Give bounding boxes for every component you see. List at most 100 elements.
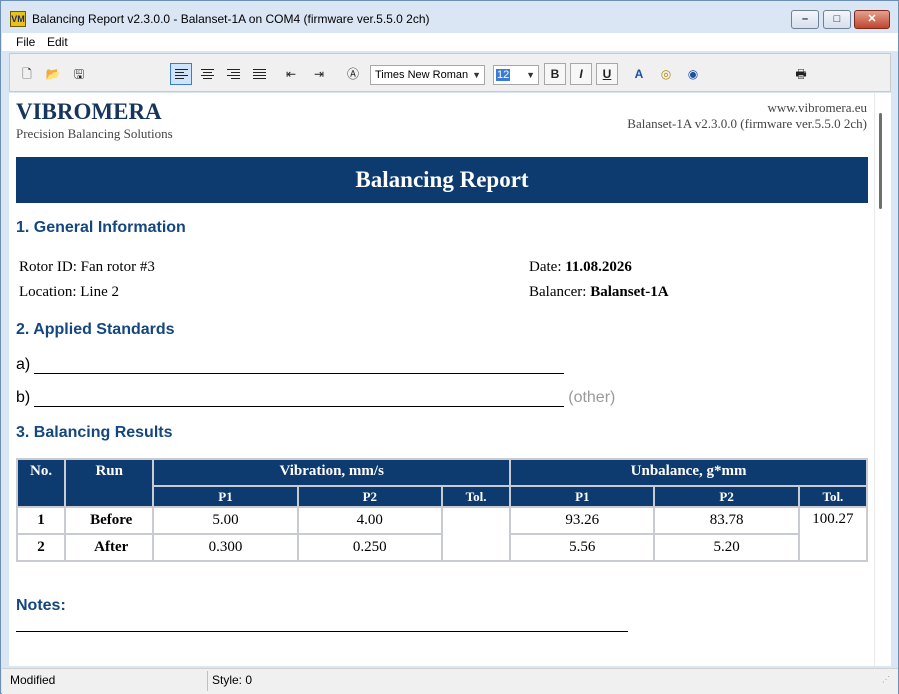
balancer-label: Balancer: — [529, 284, 587, 300]
toolbar: 🗋 📂 🖫 ⇤ ⇥ Ⓐ Times New Roman ▼ 12 ▼ B I U… — [9, 53, 891, 92]
vibration-p1: 5.00 — [152, 506, 299, 535]
print-button[interactable]: 🖶 — [790, 63, 812, 85]
text-color-icon: A — [634, 67, 644, 81]
standard-b[interactable]: b) (other) — [16, 389, 615, 407]
align-right-icon — [226, 69, 240, 79]
open-folder-icon: 📂 — [45, 67, 61, 81]
standard-a-blank[interactable] — [34, 358, 565, 374]
font-dialog-button[interactable]: Ⓐ — [342, 63, 364, 85]
font-icon: Ⓐ — [346, 67, 359, 81]
brand-tagline: Precision Balancing Solutions — [16, 126, 173, 141]
header-vibration: Vibration, mm/s — [152, 458, 512, 487]
rotor-id-value: Fan rotor #3 — [80, 259, 155, 275]
status-divider — [207, 671, 208, 691]
italic-button[interactable]: I — [570, 63, 592, 85]
notes-blank[interactable] — [16, 631, 628, 632]
outdent-button[interactable]: ⇤ — [280, 63, 302, 85]
minimize-button[interactable]: – — [791, 10, 819, 29]
font-size-value: 12 — [496, 69, 511, 81]
underline-button[interactable]: U — [596, 63, 618, 85]
header-vib-p1: P1 — [152, 485, 299, 508]
unbalance-p1: 5.56 — [509, 533, 656, 562]
header-unb-tol: Tol. — [797, 485, 869, 508]
rotor-id-label: Rotor ID: — [19, 259, 77, 275]
run-name: After — [64, 533, 155, 562]
app-logo-icon: VM — [10, 11, 26, 27]
open-button[interactable]: 📂 — [42, 63, 64, 85]
align-center-button[interactable] — [196, 63, 218, 85]
text-color-button[interactable]: A — [628, 63, 650, 85]
title-bar[interactable]: VM Balancing Report v2.3.0.0 - Balanset-… — [1, 1, 898, 33]
justify-button[interactable] — [248, 63, 270, 85]
location-value: Line 2 — [80, 284, 119, 300]
vibration-p2: 4.00 — [296, 506, 443, 535]
save-button[interactable]: 🖫 — [68, 63, 90, 85]
balancer: Balancer: Balanset-1A — [529, 284, 669, 301]
section-general-heading: 1. General Information — [16, 219, 186, 236]
bold-button[interactable]: B — [544, 63, 566, 85]
header-unb-p2: P2 — [653, 485, 800, 508]
highlight-icon: ◎ — [660, 67, 672, 81]
report-title: Balancing Report — [16, 157, 868, 203]
row-number: 1 — [15, 506, 67, 535]
new-document-button[interactable]: 🗋 — [16, 63, 38, 85]
header-unbalance: Unbalance, g*mm — [509, 458, 868, 487]
indent-button[interactable]: ⇥ — [308, 63, 330, 85]
font-family-value: Times New Roman — [375, 69, 469, 81]
rotor-id: Rotor ID: Fan rotor #3 — [19, 259, 155, 276]
balancer-value: Balanset-1A — [590, 284, 669, 300]
align-left-button[interactable] — [170, 63, 192, 85]
header-unb-p1: P1 — [509, 485, 656, 508]
indent-icon: ⇥ — [313, 67, 325, 81]
device-version: Balanset-1A v2.3.0.0 (firmware ver.5.5.0… — [627, 116, 867, 131]
menu-edit[interactable]: Edit — [47, 35, 68, 49]
close-icon: ✕ — [867, 13, 877, 25]
background-color-button[interactable]: ◉ — [682, 63, 704, 85]
align-center-icon — [200, 69, 214, 79]
new-document-icon: 🗋 — [22, 67, 32, 81]
maximize-button[interactable]: □ — [823, 10, 851, 29]
save-icon: 🖫 — [73, 67, 85, 81]
standard-a-label: a) — [16, 356, 31, 373]
font-family-select[interactable]: Times New Roman ▼ — [370, 65, 485, 85]
close-button[interactable]: ✕ — [854, 10, 890, 29]
document-area[interactable]: VIBROMERA Precision Balancing Solutions … — [9, 93, 874, 666]
highlight-button[interactable]: ◎ — [655, 63, 677, 85]
header-run: Run — [64, 458, 155, 508]
vibration-p2: 0.250 — [296, 533, 443, 562]
location: Location: Line 2 — [19, 284, 119, 301]
menu-bar: File Edit — [2, 33, 898, 51]
vertical-scrollbar[interactable] — [874, 93, 891, 666]
align-left-icon — [174, 69, 188, 79]
status-style: Style: 0 — [212, 673, 253, 687]
unbalance-tolerance: 100.27 — [797, 506, 869, 562]
unbalance-p1: 93.26 — [509, 506, 656, 535]
vibration-p1: 0.300 — [152, 533, 299, 562]
section-results-heading: 3. Balancing Results — [16, 424, 173, 441]
printer-icon: 🖶 — [795, 67, 807, 81]
menu-file[interactable]: File — [16, 35, 35, 49]
justify-icon — [252, 69, 266, 79]
standard-b-label: b) — [16, 389, 31, 406]
font-size-select[interactable]: 12 ▼ — [493, 65, 539, 85]
align-right-button[interactable] — [222, 63, 244, 85]
website: www.vibromera.eu — [767, 100, 867, 115]
unbalance-p2: 83.78 — [653, 506, 800, 535]
minimize-icon: – — [801, 13, 809, 25]
date: Date: 11.08.2026 — [529, 259, 632, 276]
chevron-down-icon: ▼ — [526, 70, 535, 80]
chevron-down-icon: ▼ — [472, 70, 481, 80]
status-bar: Modified Style: 0 ⋰ — [2, 668, 898, 694]
standard-b-blank[interactable] — [34, 391, 565, 407]
row-number: 2 — [15, 533, 67, 562]
section-standards-heading: 2. Applied Standards — [16, 321, 175, 338]
resize-grip-icon[interactable]: ⋰ — [882, 675, 892, 685]
background-color-icon: ◉ — [687, 67, 699, 81]
standard-a[interactable]: a) — [16, 356, 565, 374]
vibration-tolerance — [440, 506, 512, 562]
date-label: Date: — [529, 259, 562, 275]
standard-b-other-hint: (other) — [568, 389, 616, 406]
location-label: Location: — [19, 284, 77, 300]
scrollbar-thumb[interactable] — [879, 113, 882, 209]
window-title: Balancing Report v2.3.0.0 - Balanset-1A … — [32, 12, 430, 26]
